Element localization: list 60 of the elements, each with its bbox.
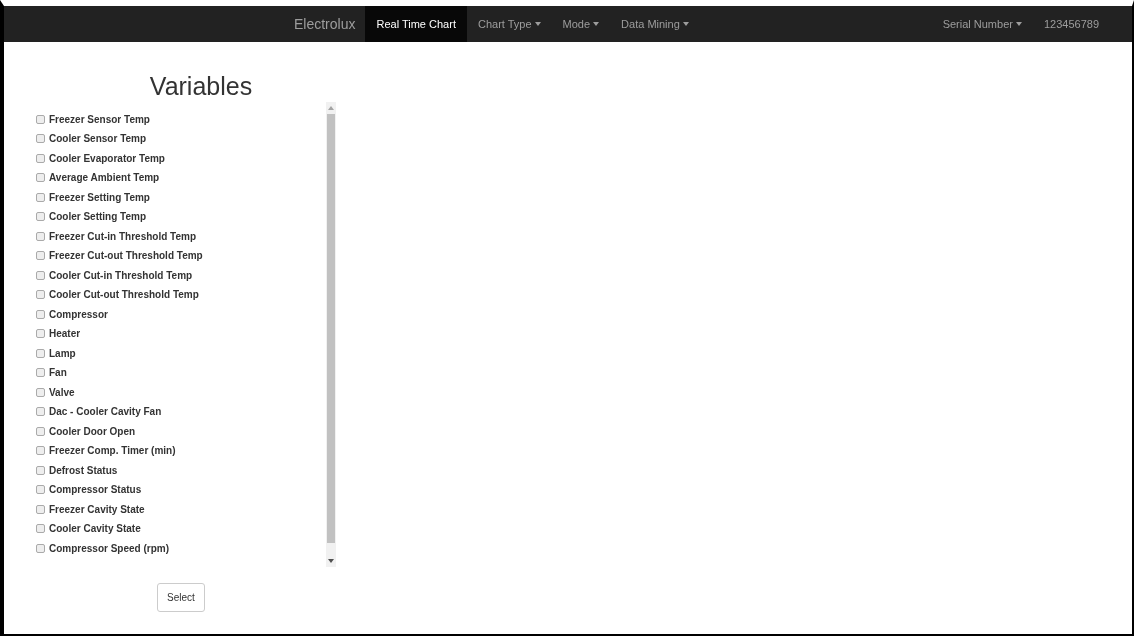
checkbox[interactable] (36, 270, 45, 280)
variable-label[interactable]: Valve (49, 384, 75, 400)
variable-label[interactable]: Cooler Sensor Temp (49, 131, 147, 147)
checkbox[interactable] (36, 153, 45, 163)
select-button[interactable]: Select (157, 582, 205, 612)
caret-icon (1015, 22, 1022, 26)
checkbox[interactable] (36, 485, 45, 495)
nav-dropdown[interactable]: Serial Number (931, 6, 1033, 42)
caret-icon (593, 22, 600, 26)
variable-label[interactable]: Freezer Sensor Temp (49, 111, 150, 127)
checkbox[interactable] (36, 114, 45, 124)
variable-label[interactable]: Heater (49, 326, 81, 342)
checkbox[interactable] (36, 251, 45, 261)
checkbox[interactable] (36, 504, 45, 514)
variable-label[interactable]: Compressor Status (49, 482, 142, 498)
checkbox[interactable] (36, 368, 45, 378)
nav-link[interactable]: 123456789 (1032, 6, 1110, 42)
variable-label[interactable]: Cooler Cut-out Threshold Temp (49, 287, 199, 303)
variable-label[interactable]: Average Ambient Temp (49, 170, 160, 186)
checkbox[interactable] (36, 426, 45, 436)
nav-dropdown[interactable]: Data Mining (610, 6, 700, 42)
checkbox[interactable] (36, 465, 45, 475)
variable-label[interactable]: Freezer Comp. Timer (min) (49, 443, 176, 459)
nav-dropdown[interactable]: Chart Type (466, 6, 552, 42)
checkbox[interactable] (36, 173, 45, 183)
checkbox[interactable] (36, 407, 45, 417)
variable-label[interactable]: Cooler Door Open (49, 423, 136, 439)
variable-label[interactable]: Lamp (49, 345, 76, 361)
variable-label[interactable]: Freezer Cut-in Threshold Temp (49, 228, 197, 244)
checkbox[interactable] (36, 212, 45, 222)
variable-label[interactable]: Freezer Setting Temp (49, 189, 150, 205)
variable-label[interactable]: Cooler Evaporator Temp (49, 150, 165, 166)
nav-dropdown[interactable]: Mode (551, 6, 611, 42)
variable-label[interactable]: Cooler Cut-in Threshold Temp (49, 267, 193, 283)
variable-label[interactable]: Defrost Status (49, 462, 118, 478)
checkbox[interactable] (36, 309, 45, 319)
checkbox[interactable] (36, 446, 45, 456)
scrollbar[interactable] (326, 101, 336, 567)
checkbox[interactable] (36, 329, 45, 339)
panel-title: Variables (148, 71, 254, 102)
checkbox[interactable] (36, 192, 45, 202)
checkbox[interactable] (36, 231, 45, 241)
variable-label[interactable]: Cooler Setting Temp (49, 209, 147, 225)
variable-label[interactable]: Compressor Speed (rpm) (49, 540, 170, 556)
checkbox[interactable] (36, 387, 45, 397)
checkbox[interactable] (36, 290, 45, 300)
checkbox[interactable] (36, 524, 45, 534)
variable-label[interactable]: Freezer Cut-out Threshold Temp (49, 248, 203, 264)
variable-label[interactable]: Dac - Cooler Cavity Fan (49, 404, 162, 420)
variable-label[interactable]: Cooler Cavity State (49, 521, 141, 537)
brand[interactable]: Electrolux (284, 6, 366, 42)
checkbox[interactable] (36, 348, 45, 358)
checkbox[interactable] (36, 134, 45, 144)
caret-icon (534, 22, 541, 26)
variable-label[interactable]: Freezer Cavity State (49, 501, 145, 517)
variable-label[interactable]: Fan (49, 365, 67, 381)
variable-label[interactable]: Compressor (49, 306, 108, 322)
nav-link[interactable]: Real Time Chart (365, 6, 467, 42)
caret-icon (682, 22, 689, 26)
checkbox[interactable] (36, 543, 45, 553)
